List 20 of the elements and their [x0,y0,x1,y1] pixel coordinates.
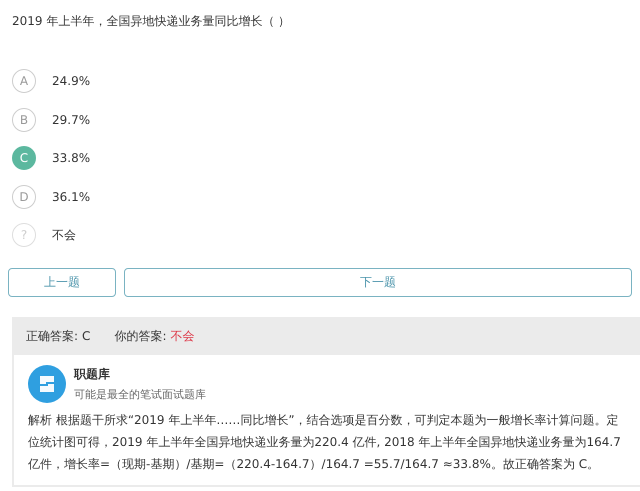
option-circle[interactable]: C [12,146,36,170]
previous-button[interactable]: 上一题 [8,268,116,296]
option-text: 24.9% [52,73,90,90]
option-text: 33.8% [52,150,90,168]
help-option[interactable]: ? [12,223,36,248]
your-answer-label: 你的答案: [114,328,166,344]
analysis-text: 解析 根据题干所求“2019 年上半年……同比增长”，结合选项是百分数，可判定本题为一般增长率计算问题。定位统计图可得，2019 年上半年全国异地快递业务量为220.4 亿件, 2018 年上半年全国异地快递业务量为164.7亿件，增长率=（现期-基期）/基期=（220.4-164.7）/164.7 =55.7/164.7 ≈33.8%。故正确答案为 C。 [28,412,622,473]
option-circle[interactable]: B [12,108,36,132]
option-text: 29.7% [52,112,90,129]
option-text: 36.1% [52,188,90,206]
your-answer-value: 不会 [170,328,194,344]
next-button[interactable]: 下一题 [124,268,632,296]
source-tagline: 可能是最全的笔试面试题库 [74,386,206,402]
option-circle[interactable]: A [12,69,36,94]
option-text: 不会 [52,227,76,244]
question-text: 2019 年上半年，全国异地快递业务量同比增长（ ） [12,14,290,28]
correct-answer-value: C [82,328,90,344]
source-name: 职题库 [74,366,111,382]
option-circle[interactable]: D [12,184,36,209]
correct-answer-label: 正确答案: [26,328,78,344]
